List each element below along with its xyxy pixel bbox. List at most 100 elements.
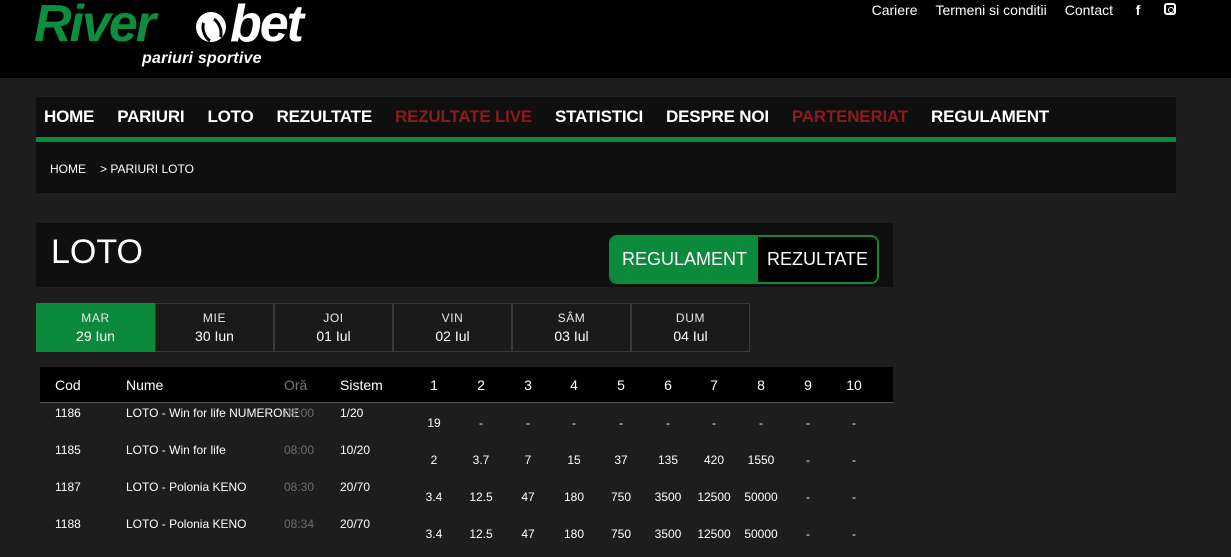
table-header: Cod Nume Oră Sistem 1 2 3 4 5 6 7 8 9 10: [40, 367, 893, 403]
nav-loto[interactable]: LOTO: [207, 107, 253, 127]
day-tab-mie[interactable]: MIE 30 Iun: [155, 303, 274, 352]
link-contact[interactable]: Contact: [1065, 2, 1113, 18]
instagram-icon[interactable]: [1163, 2, 1177, 18]
cell-nume: LOTO - Polonia KENO: [126, 517, 247, 531]
header-num-2: 2: [477, 377, 485, 393]
cell-value: -: [712, 416, 716, 430]
day-tab-vin[interactable]: VIN 02 Iul: [393, 303, 512, 352]
day-date: 29 Iun: [76, 328, 115, 344]
cell-value: 180: [563, 527, 585, 541]
nav-menu: HOME PARIURI LOTO REZULTATE REZULTATE LI…: [36, 97, 1176, 137]
cell-value: 50000: [744, 527, 778, 541]
header-num-5: 5: [617, 377, 625, 393]
table-row[interactable]: 1186 LOTO - Win for life NUMERONE 08:00 1/2…: [40, 403, 893, 440]
cell-value: -: [806, 416, 810, 430]
riverbet-logo[interactable]: River bet pariuri sportive: [34, 0, 324, 72]
regulament-button[interactable]: REGULAMENT: [611, 237, 758, 282]
facebook-icon[interactable]: f: [1131, 2, 1145, 18]
link-termeni[interactable]: Termeni si conditii: [935, 2, 1046, 18]
cell-value: 2: [430, 453, 438, 467]
day-tabs: MAR 29 Iun MIE 30 Iun JOI 01 Iul VIN 02 …: [36, 303, 750, 352]
table-row[interactable]: 1188 LOTO - Polonia KENO 08:34 20/70 3.4 12.5…: [40, 514, 893, 551]
cell-sistem: 20/70: [340, 517, 371, 531]
header-num-3: 3: [524, 377, 532, 393]
table-row[interactable]: 1185 LOTO - Win for life 08:00 10/20 2 3.7 7 15…: [40, 440, 893, 477]
cell-value: 135: [657, 453, 679, 467]
cell-value: -: [806, 453, 810, 467]
top-bar: River bet pariuri sportive Cariere Terme…: [0, 0, 1231, 78]
cell-nume: LOTO - Win for life NUMERONE: [126, 406, 300, 420]
day-name: SÂM: [557, 311, 586, 325]
cell-value: 750: [610, 527, 632, 541]
page-header-panel: LOTO REGULAMENT REZULTATE: [36, 223, 893, 287]
cell-value: 420: [703, 453, 725, 467]
cell-value: 47: [521, 490, 535, 504]
cell-value: 47: [521, 527, 535, 541]
cell-value: 50000: [744, 490, 778, 504]
cell-value: 15: [567, 453, 581, 467]
cell-value: -: [806, 490, 810, 504]
nav-home[interactable]: HOME: [44, 107, 94, 127]
cell-value: 750: [610, 490, 632, 504]
cell-cod: 1186: [55, 406, 81, 420]
cell-value: -: [619, 416, 623, 430]
cell-sistem: 10/20: [340, 443, 371, 457]
loto-table: Cod Nume Oră Sistem 1 2 3 4 5 6 7 8 9 10…: [40, 367, 893, 551]
day-tab-sam[interactable]: SÂM 03 Iul: [512, 303, 631, 352]
header-num-4: 4: [570, 377, 578, 393]
nav-rezultate[interactable]: REZULTATE: [277, 107, 373, 127]
day-tab-dum[interactable]: DUM 04 Iul: [631, 303, 750, 352]
header-num-9: 9: [804, 377, 812, 393]
header-num-6: 6: [664, 377, 672, 393]
logo-river-text: River: [34, 0, 156, 53]
cell-nume: LOTO - Polonia KENO: [126, 480, 247, 494]
cell-nume: LOTO - Win for life: [126, 443, 226, 457]
header-nume: Nume: [126, 377, 164, 393]
logo-bet-text: bet: [230, 0, 304, 53]
nav-statistici[interactable]: STATISTICI: [555, 107, 643, 127]
day-name: JOI: [323, 311, 344, 325]
link-cariere[interactable]: Cariere: [872, 2, 918, 18]
breadcrumb-home[interactable]: HOME: [50, 162, 86, 176]
table-body: 1186 LOTO - Win for life NUMERONE 08:00 1/2…: [40, 403, 893, 551]
tennis-ball-icon: [196, 12, 226, 42]
cell-ora: 08:30: [284, 480, 315, 494]
day-date: 30 Iun: [195, 328, 234, 344]
day-date: 04 Iul: [673, 328, 708, 344]
cell-value: 19: [427, 416, 441, 430]
cell-cod: 1187: [55, 480, 81, 494]
cell-value: -: [852, 490, 856, 504]
cell-sistem: 1/20: [340, 406, 364, 420]
cell-value: 12500: [697, 490, 731, 504]
cell-value: -: [572, 416, 576, 430]
day-name: DUM: [675, 311, 706, 325]
top-links: Cariere Termeni si conditii Contact f: [872, 2, 1177, 18]
cell-value: 3500: [654, 490, 682, 504]
header-num-8: 8: [757, 377, 765, 393]
header-cod: Cod: [55, 377, 81, 393]
nav-parteneriat[interactable]: PARTENERIAT: [792, 107, 908, 127]
nav-rezultate-live[interactable]: REZULTATE LIVE: [395, 107, 532, 127]
day-name: VIN: [441, 311, 464, 325]
cell-value: -: [806, 527, 810, 541]
day-name: MIE: [202, 311, 227, 325]
cell-cod: 1188: [55, 517, 81, 531]
rezultate-button[interactable]: REZULTATE: [758, 237, 877, 282]
breadcrumb: HOME > PARIURI LOTO: [36, 142, 1176, 176]
day-tab-mar[interactable]: MAR 29 Iun: [36, 303, 155, 352]
header-num-10: 10: [846, 377, 862, 393]
cell-value: -: [759, 416, 763, 430]
day-tab-joi[interactable]: JOI 01 Iul: [274, 303, 393, 352]
cell-value: 7: [524, 453, 532, 467]
breadcrumb-current: > PARIURI LOTO: [100, 162, 194, 176]
cell-ora: 08:00: [284, 443, 315, 457]
cell-value: 12.5: [469, 527, 493, 541]
nav-regulament[interactable]: REGULAMENT: [931, 107, 1049, 127]
nav-despre-noi[interactable]: DESPRE NOI: [666, 107, 769, 127]
day-name: MAR: [81, 311, 110, 325]
table-row[interactable]: 1187 LOTO - Polonia KENO 08:30 20/70 3.4 12.5…: [40, 477, 893, 514]
main-navigation: HOME PARIURI LOTO REZULTATE REZULTATE LI…: [36, 97, 1176, 193]
cell-value: 3.4: [425, 527, 443, 541]
nav-pariuri[interactable]: PARIURI: [117, 107, 184, 127]
day-date: 02 Iul: [435, 328, 470, 344]
